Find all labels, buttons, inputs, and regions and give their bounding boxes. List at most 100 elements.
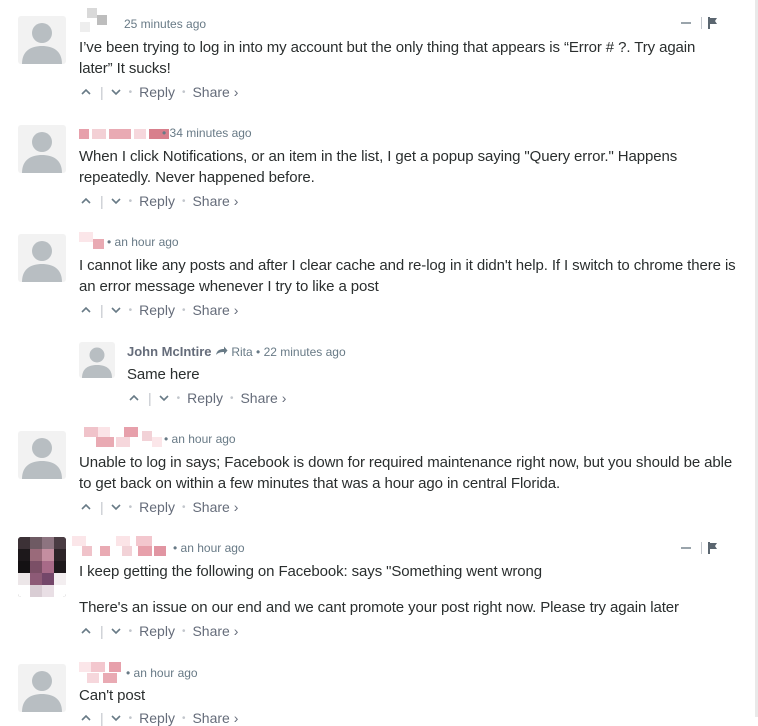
vote-divider: |: [148, 390, 152, 406]
share-button[interactable]: Share ›: [192, 499, 238, 515]
comment-text: When I click Notifications, or an item i…: [79, 148, 678, 186]
separator-dot: •: [181, 195, 186, 207]
separator-dot: •: [181, 304, 186, 316]
comment-timestamp[interactable]: • an hour ago: [107, 235, 179, 249]
chevron-up-icon[interactable]: [80, 502, 92, 512]
share-button[interactable]: Share ›: [192, 710, 238, 726]
divider: [701, 542, 702, 554]
flag-icon[interactable]: [708, 542, 718, 554]
separator-dot: •: [181, 501, 186, 513]
blurred-author-name: [84, 427, 164, 451]
timestamp-text: 34 minutes ago: [169, 126, 252, 140]
chevron-down-icon[interactable]: [110, 305, 122, 315]
chevron-down-icon[interactable]: [158, 393, 170, 403]
comment-footer: | • Reply • Share ›: [80, 84, 238, 100]
comment-timestamp[interactable]: • an hour ago: [126, 666, 198, 680]
reply-button[interactable]: Reply: [139, 499, 175, 515]
comment-controls: [681, 542, 718, 554]
timestamp-text: an hour ago: [114, 235, 179, 249]
share-button[interactable]: Share ›: [192, 302, 238, 318]
comment-text: I’ve been trying to log in into my accou…: [79, 39, 696, 77]
separator-dot: •: [176, 392, 181, 404]
separator-dot: •: [128, 304, 133, 316]
blurred-author-name: [79, 125, 172, 143]
divider: [701, 17, 702, 29]
comment-text: I cannot like any posts and after I clea…: [79, 257, 736, 295]
comment-footer: | • Reply • Share ›: [80, 623, 238, 639]
reply-to-name: Rita: [231, 345, 253, 359]
blurred-author-name: [72, 536, 172, 560]
chevron-down-icon[interactable]: [110, 626, 122, 636]
comment-text-paragraph: There's an issue on our end and we cant …: [79, 599, 679, 616]
comment-footer: | • Reply • Share ›: [80, 193, 238, 209]
timestamp-text: an hour ago: [133, 666, 198, 680]
chevron-up-icon[interactable]: [80, 196, 92, 206]
chevron-up-icon[interactable]: [128, 393, 140, 403]
avatar-photo[interactable]: [18, 537, 66, 597]
avatar[interactable]: [18, 125, 66, 173]
vote-divider: |: [100, 623, 104, 639]
separator-dot: •: [229, 392, 234, 404]
timestamp-text: an hour ago: [171, 432, 236, 446]
vote-divider: |: [100, 499, 104, 515]
comment-timestamp[interactable]: • 34 minutes ago: [162, 126, 252, 140]
comment-footer: | • Reply • Share ›: [80, 499, 238, 515]
chevron-down-icon[interactable]: [110, 502, 122, 512]
comment-author[interactable]: John McIntire: [127, 344, 212, 359]
blurred-author-name: [79, 232, 107, 252]
chevron-down-icon[interactable]: [110, 87, 122, 97]
reply-button[interactable]: Reply: [139, 302, 175, 318]
timestamp-text: an hour ago: [180, 541, 245, 555]
avatar[interactable]: [18, 664, 66, 712]
chevron-up-icon[interactable]: [80, 626, 92, 636]
comment-footer: | • Reply • Share ›: [80, 710, 238, 726]
separator-dot: •: [181, 625, 186, 637]
reply-to[interactable]: Rita • 22 minutes ago: [215, 345, 346, 359]
separator-dot: •: [181, 712, 186, 724]
flag-icon[interactable]: [708, 17, 718, 29]
blurred-author-name: [79, 662, 125, 684]
avatar[interactable]: [18, 16, 66, 64]
avatar[interactable]: [79, 342, 115, 378]
reply-button[interactable]: Reply: [139, 84, 175, 100]
vote-divider: |: [100, 84, 104, 100]
share-button[interactable]: Share ›: [240, 390, 286, 406]
share-button[interactable]: Share ›: [192, 84, 238, 100]
comment-timestamp[interactable]: • an hour ago: [164, 432, 236, 446]
separator-dot: •: [128, 195, 133, 207]
vote-divider: |: [100, 302, 104, 318]
reply-button[interactable]: Reply: [139, 193, 175, 209]
vote-divider: |: [100, 710, 104, 726]
comment-footer: | • Reply • Share ›: [80, 302, 238, 318]
comment-timestamp[interactable]: 25 minutes ago: [124, 17, 206, 31]
chevron-up-icon[interactable]: [80, 305, 92, 315]
share-button[interactable]: Share ›: [192, 193, 238, 209]
comment-text: I keep getting the following on Facebook…: [79, 563, 542, 580]
comment-controls: [681, 17, 718, 29]
minus-icon[interactable]: [681, 22, 691, 24]
chevron-down-icon[interactable]: [110, 196, 122, 206]
reply-button[interactable]: Reply: [187, 390, 223, 406]
comment-text: Can't post: [79, 687, 146, 704]
chevron-up-icon[interactable]: [80, 713, 92, 723]
reply-button[interactable]: Reply: [139, 623, 175, 639]
chevron-up-icon[interactable]: [80, 87, 92, 97]
avatar[interactable]: [18, 431, 66, 479]
comment-text: Unable to log in says; Facebook is down …: [79, 454, 733, 492]
avatar[interactable]: [18, 234, 66, 282]
vote-divider: |: [100, 193, 104, 209]
separator-dot: •: [128, 712, 133, 724]
reply-button[interactable]: Reply: [139, 710, 175, 726]
blurred-author-name: [80, 8, 112, 38]
comment-timestamp[interactable]: • an hour ago: [173, 541, 245, 555]
separator-dot: •: [128, 86, 133, 98]
chevron-down-icon[interactable]: [110, 713, 122, 723]
comment-text: Same here: [127, 366, 200, 383]
comment-footer: | • Reply • Share ›: [128, 390, 286, 406]
separator-dot: •: [128, 625, 133, 637]
minus-icon[interactable]: [681, 547, 691, 549]
timestamp-text[interactable]: 22 minutes ago: [264, 345, 346, 359]
reply-arrow-icon: [216, 346, 228, 355]
separator-dot: •: [128, 501, 133, 513]
share-button[interactable]: Share ›: [192, 623, 238, 639]
